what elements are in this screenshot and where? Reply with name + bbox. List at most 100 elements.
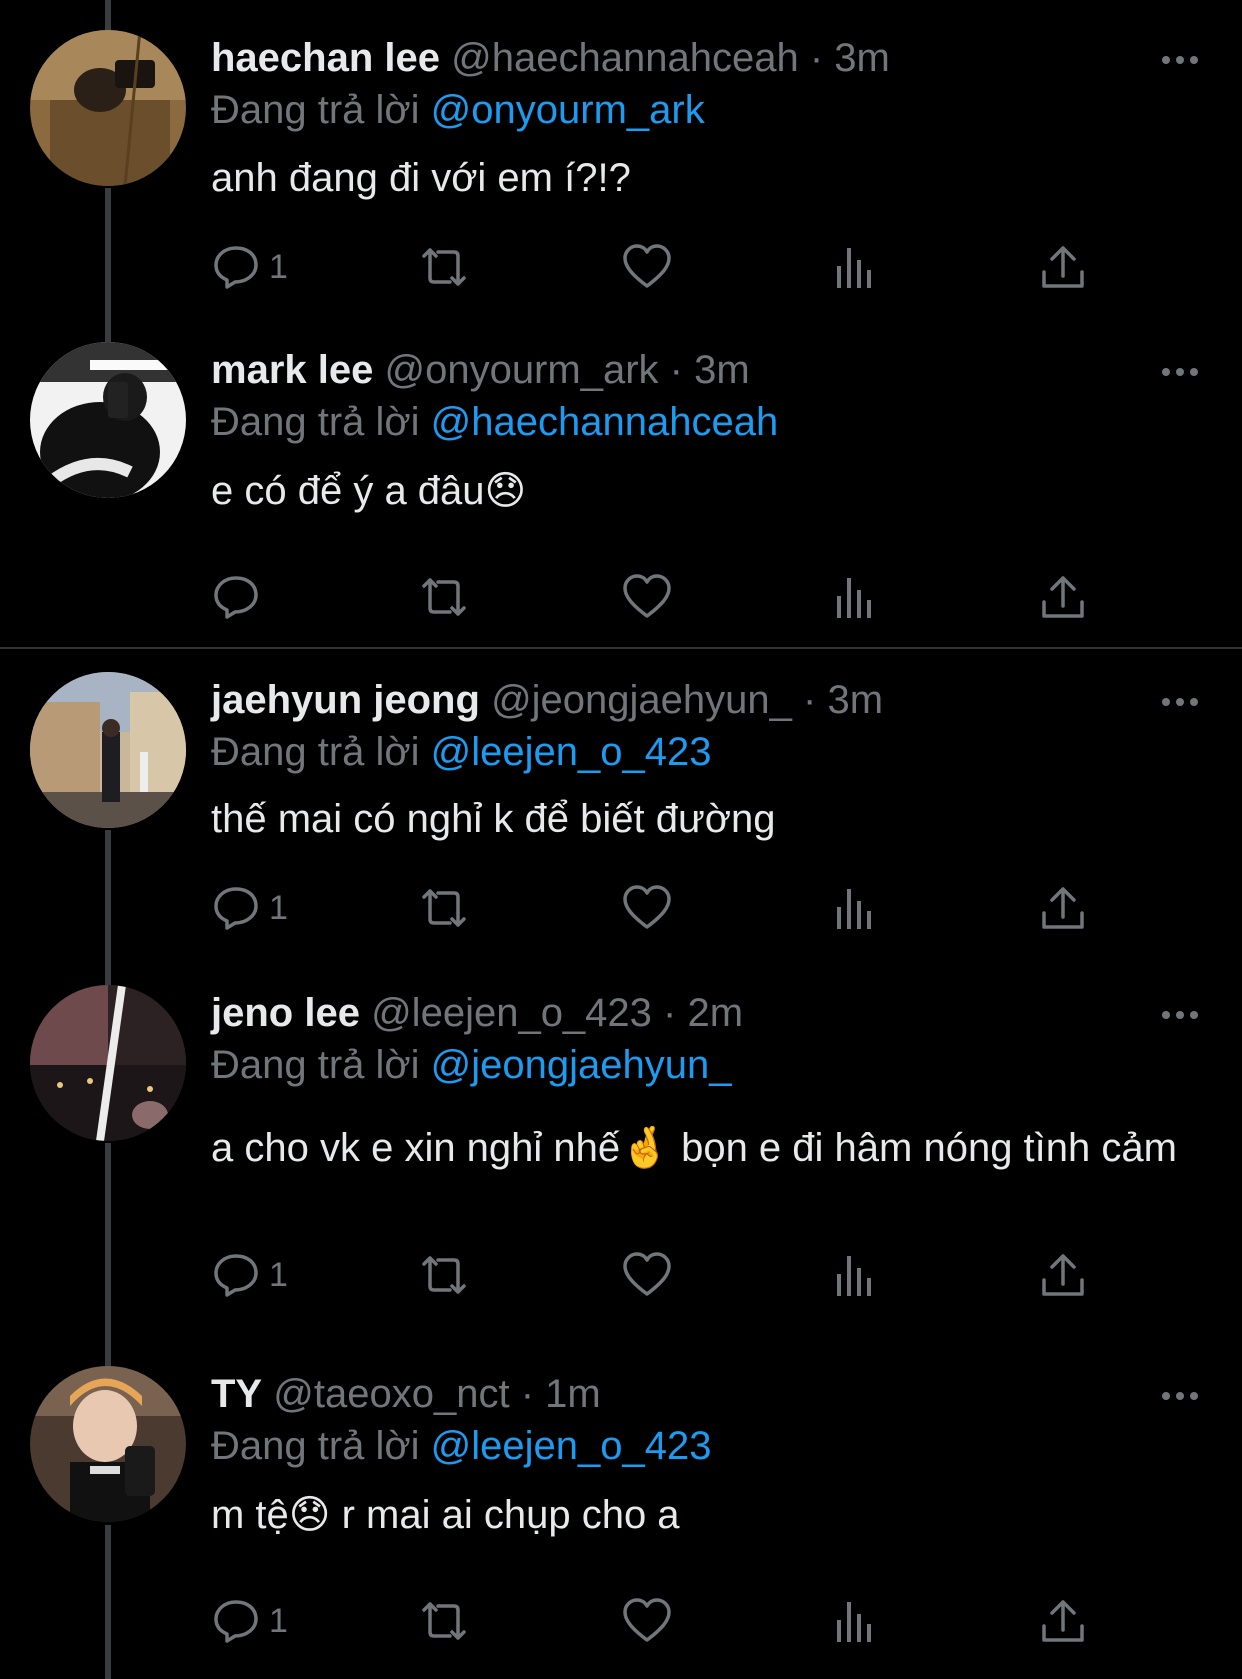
views-icon (833, 242, 877, 292)
replying-to: Đang trả lời @haechannahceah (211, 394, 778, 450)
retweet-icon (416, 242, 472, 292)
avatar[interactable] (30, 672, 186, 828)
reply-mention[interactable]: @leejen_o_423 (431, 730, 712, 774)
replying-to: Đang trả lời @jeongjaehyun_ (211, 1037, 732, 1093)
user-name[interactable]: jeno lee (211, 991, 360, 1035)
views-icon (833, 1250, 877, 1300)
reply-mention[interactable]: @jeongjaehyun_ (431, 1043, 732, 1087)
user-handle[interactable]: @jeongjaehyun_ (491, 678, 792, 722)
tweet-header: jeno lee @leejen_o_423 · 2m (211, 985, 743, 1041)
more-icon[interactable] (1158, 1376, 1202, 1416)
tweet-header: haechan lee @haechannahceah · 3m (211, 30, 890, 86)
replying-to: Đang trả lời @leejen_o_423 (211, 724, 712, 780)
tweet-header: jaehyun jeong @jeongjaehyun_ · 3m (211, 672, 883, 728)
like-icon (621, 242, 673, 292)
reply-mention[interactable]: @haechannahceah (431, 400, 779, 444)
like-button[interactable] (621, 1247, 673, 1303)
user-name[interactable]: jaehyun jeong (211, 678, 480, 722)
retweet-icon (416, 572, 472, 622)
tweet-header: TY @taeoxo_nct · 1m (211, 1366, 601, 1422)
thread-line (105, 830, 111, 985)
share-button[interactable] (1039, 569, 1087, 625)
reply-icon (211, 572, 261, 622)
views-button[interactable] (833, 239, 877, 295)
retweet-button[interactable] (416, 239, 472, 295)
user-name[interactable]: TY (211, 1372, 262, 1416)
reply-button[interactable]: 1 (211, 880, 288, 936)
share-button[interactable] (1039, 239, 1087, 295)
views-button[interactable] (833, 1593, 877, 1649)
more-icon[interactable] (1158, 40, 1202, 80)
views-icon (833, 883, 877, 933)
separator: · (669, 348, 683, 392)
share-button[interactable] (1039, 1593, 1087, 1649)
like-icon (621, 572, 673, 622)
like-icon (621, 883, 673, 933)
reply-button[interactable] (211, 569, 269, 625)
timestamp[interactable]: 3m (694, 348, 750, 392)
reply-icon (211, 242, 261, 292)
retweet-icon (416, 1250, 472, 1300)
reply-mention[interactable]: @leejen_o_423 (431, 1424, 712, 1468)
reply-count: 1 (269, 1601, 288, 1640)
share-button[interactable] (1039, 1247, 1087, 1303)
tweet-actions (211, 569, 1111, 625)
reply-button[interactable]: 1 (211, 1247, 288, 1303)
replying-to-label: Đang trả lời (211, 88, 420, 132)
tweet-actions: 1 (211, 880, 1111, 936)
replying-to: Đang trả lời @leejen_o_423 (211, 1418, 712, 1474)
timestamp[interactable]: 1m (545, 1372, 601, 1416)
user-handle[interactable]: @leejen_o_423 (371, 991, 652, 1035)
timestamp[interactable]: 2m (688, 991, 744, 1035)
replying-to-label: Đang trả lời (211, 400, 420, 444)
like-button[interactable] (621, 569, 673, 625)
reply-mention[interactable]: @onyourm_ark (431, 88, 705, 132)
views-button[interactable] (833, 880, 877, 936)
share-icon (1039, 883, 1087, 933)
reply-count: 1 (269, 1255, 288, 1294)
timestamp[interactable]: 3m (827, 678, 883, 722)
reply-icon (211, 1596, 261, 1646)
views-button[interactable] (833, 1247, 877, 1303)
avatar[interactable] (30, 30, 186, 186)
user-handle[interactable]: @haechannahceah (451, 36, 799, 80)
like-button[interactable] (621, 1593, 673, 1649)
retweet-button[interactable] (416, 569, 472, 625)
replying-to: Đang trả lời @onyourm_ark (211, 82, 705, 138)
separator: · (520, 1372, 535, 1416)
like-button[interactable] (621, 880, 673, 936)
user-name[interactable]: haechan lee (211, 36, 440, 80)
avatar[interactable] (30, 1366, 186, 1522)
tweet-text: a cho vk e xin nghỉ nhế🤞 bọn e đi hâm nó… (211, 1126, 1177, 1170)
more-icon[interactable] (1158, 995, 1202, 1035)
tweet-text: thế mai có nghỉ k để biết đường (211, 797, 776, 841)
thread-line (105, 1143, 111, 1368)
views-button[interactable] (833, 569, 877, 625)
avatar[interactable] (30, 985, 186, 1141)
reply-icon (211, 883, 261, 933)
tweet-actions: 1 (211, 1247, 1111, 1303)
tweet-text: m tệ😞 r mai ai chụp cho a (211, 1493, 680, 1537)
like-icon (621, 1250, 673, 1300)
retweet-button[interactable] (416, 1593, 472, 1649)
avatar[interactable] (30, 342, 186, 498)
thread-line (105, 0, 111, 30)
tweet-actions: 1 (211, 239, 1111, 295)
more-icon[interactable] (1158, 352, 1202, 392)
like-button[interactable] (621, 239, 673, 295)
views-icon (833, 572, 877, 622)
reply-button[interactable]: 1 (211, 239, 288, 295)
tweet-text: anh đang đi với em í?!? (211, 156, 631, 200)
conversation-divider (0, 647, 1242, 649)
retweet-button[interactable] (416, 880, 472, 936)
reply-button[interactable]: 1 (211, 1593, 288, 1649)
retweet-button[interactable] (416, 1247, 472, 1303)
timestamp[interactable]: 3m (834, 36, 890, 80)
user-name[interactable]: mark lee (211, 348, 373, 392)
user-handle[interactable]: @onyourm_ark (384, 348, 658, 392)
user-handle[interactable]: @taeoxo_nct (273, 1372, 509, 1416)
share-button[interactable] (1039, 880, 1087, 936)
like-icon (621, 1596, 673, 1646)
retweet-icon (416, 1596, 472, 1646)
more-icon[interactable] (1158, 682, 1202, 722)
